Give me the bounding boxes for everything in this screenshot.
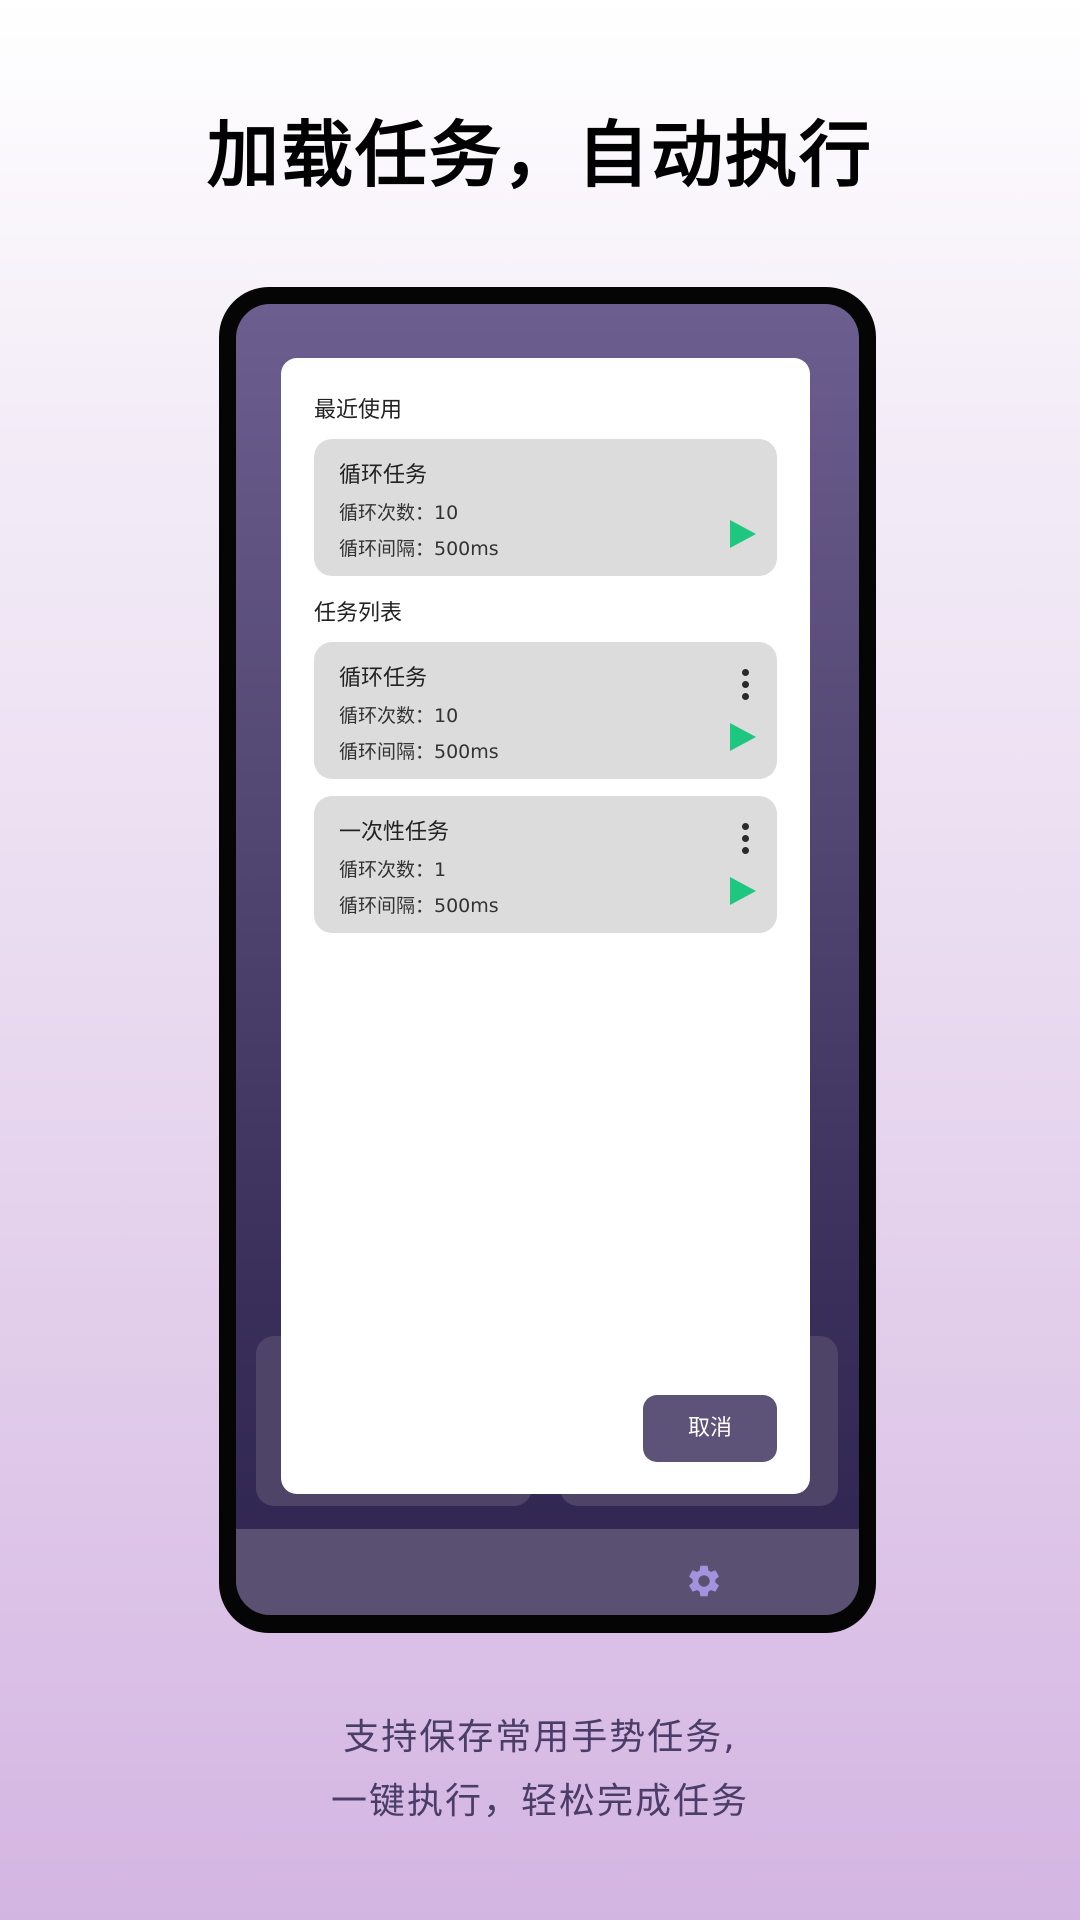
caption-line-1: 支持保存常用手势任务, [343,1717,737,1758]
caption-line-2: 一键执行，轻松完成任务 [330,1781,749,1822]
play-icon [730,723,756,751]
task-list-section-label: 任务列表 [314,601,403,626]
recent-task-card[interactable]: 循环任务 循环次数：10 循环间隔：500ms [314,439,777,576]
task-loop-interval: 循环间隔：500ms [339,741,499,763]
nav-item-settings[interactable] [685,1562,723,1604]
gear-icon [689,1565,719,1597]
more-vert-icon [741,823,749,830]
task-loop-count: 循环次数：1 [339,859,447,881]
bottom-nav [236,1529,859,1615]
task-loop-interval: 循环间隔：500ms [339,538,499,560]
task-card[interactable]: 一次性任务 循环次数：1 循环间隔：500ms [314,796,777,933]
play-button[interactable] [728,876,758,906]
recent-section-label: 最近使用 [314,398,403,423]
task-title: 循环任务 [339,666,428,691]
task-title: 一次性任务 [339,820,450,845]
task-title: 循环任务 [339,463,428,488]
page-headline: 加载任务，自动执行 [206,113,873,197]
more-vert-icon [741,669,749,676]
more-options-button[interactable] [740,823,750,859]
play-icon [730,877,756,905]
task-card[interactable]: 循环任务 循环次数：10 循环间隔：500ms [314,642,777,779]
play-button[interactable] [728,722,758,752]
task-loop-interval: 循环间隔：500ms [339,895,499,917]
play-icon [730,520,756,548]
more-options-button[interactable] [740,669,750,705]
task-loop-count: 循环次数：10 [339,705,459,727]
play-button[interactable] [728,519,758,549]
task-loop-count: 循环次数：10 [339,502,459,524]
cancel-button[interactable]: 取消 [643,1395,777,1462]
